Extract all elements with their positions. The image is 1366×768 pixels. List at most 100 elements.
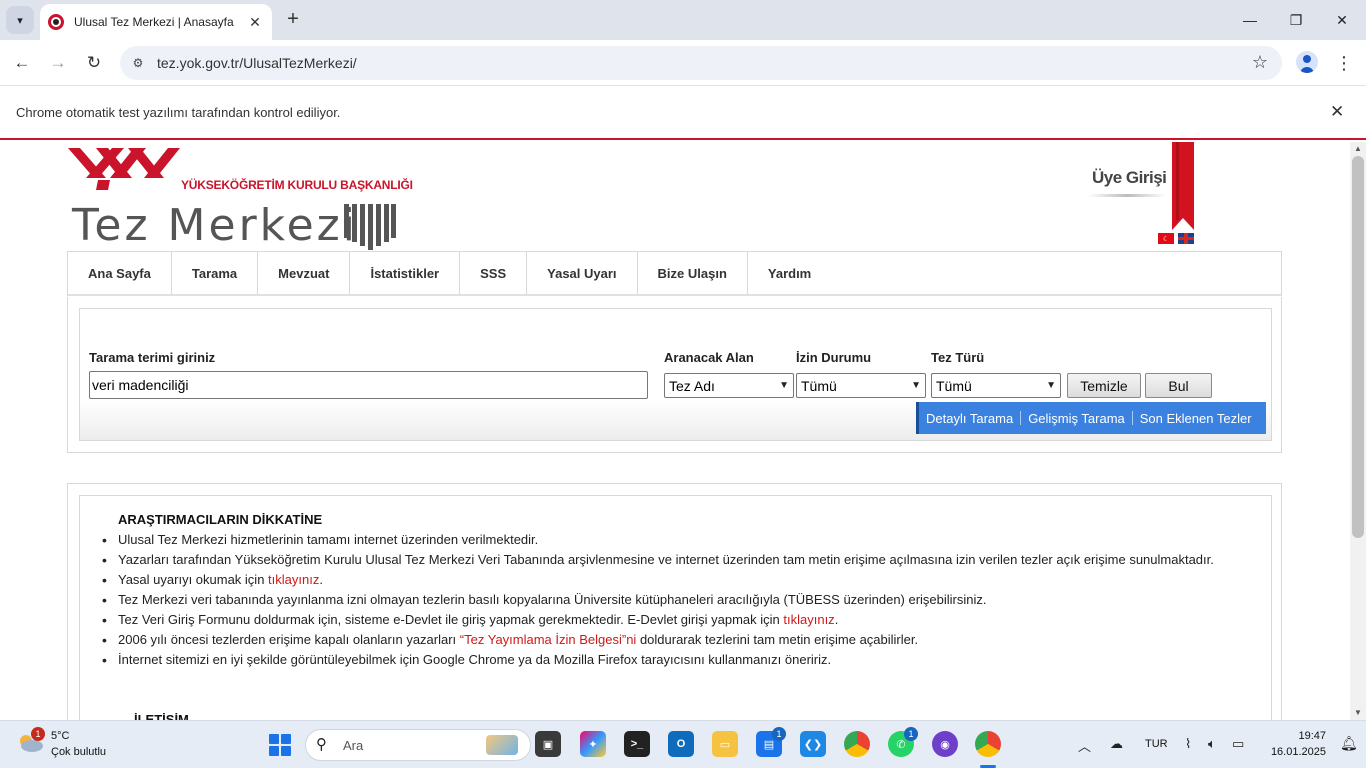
- member-login-link[interactable]: Üye Girişi: [1092, 168, 1167, 188]
- list-item-text: .: [319, 572, 323, 587]
- notice-list: Ulusal Tez Merkezi hizmetlerinin tamamı …: [102, 530, 1238, 670]
- store-badge: 1: [772, 727, 786, 741]
- find-button[interactable]: Bul: [1145, 373, 1212, 398]
- back-arrow-icon[interactable]: ←: [10, 51, 34, 75]
- search-icon: ⚲: [316, 736, 327, 753]
- search-field-value: Tez Adı: [669, 377, 715, 394]
- nav-item-home[interactable]: Ana Sayfa: [68, 252, 172, 294]
- search-highlight-icon: [486, 735, 518, 755]
- new-tab-plus-icon[interactable]: +: [282, 8, 304, 30]
- weather-temperature[interactable]: 5°C: [51, 730, 69, 742]
- list-item-text: doldurarak tezlerini tam metin erişime a…: [636, 632, 919, 647]
- search-field-select[interactable]: Tez Adı ▼: [664, 373, 794, 398]
- page-viewport: YÜKSEKÖĞRETİM KURULU BAŞKANLIĞI Tez Merk…: [0, 142, 1350, 720]
- task-view-icon[interactable]: ▣: [535, 731, 561, 757]
- file-explorer-icon[interactable]: ▭: [712, 731, 738, 757]
- bookmark-star-icon[interactable]: ☆: [1252, 52, 1268, 73]
- browser-tab-active[interactable]: Ulusal Tez Merkezi | Anasayfa ✕: [40, 4, 272, 40]
- nav-item-faq[interactable]: SSS: [460, 252, 528, 294]
- turkish-flag-icon[interactable]: ☾: [1158, 233, 1174, 244]
- windows-start-icon[interactable]: [269, 734, 291, 756]
- permission-select[interactable]: Tümü ▼: [796, 373, 926, 398]
- legal-notice-link[interactable]: tıklayınız: [268, 572, 319, 587]
- list-item-text: Yasal uyarıyı okumak için: [118, 572, 269, 587]
- scroll-down-arrow-icon[interactable]: ▼: [1350, 708, 1366, 718]
- github-icon[interactable]: ◉: [932, 731, 958, 757]
- vscode-icon[interactable]: ❮❯: [800, 731, 826, 757]
- publication-permit-link[interactable]: “Tez Yayımlama İzin Belgesi”ni: [460, 632, 637, 647]
- taskbar: 1 5°C Çok bulutlu ⚲ Ara ▣ ✦ >_ O ▭ ▤ 1 ❮…: [0, 720, 1366, 768]
- notice-title: ARAŞTIRMACILARIN DİKKATİNE: [118, 512, 323, 527]
- list-item: İnternet sitemizi en iyi şekilde görüntü…: [102, 650, 1238, 670]
- taskbar-search[interactable]: ⚲ Ara: [305, 729, 531, 761]
- page-scrollbar[interactable]: ▲ ▼: [1350, 142, 1366, 720]
- yok-logo-icon: [68, 148, 180, 190]
- tab-strip: ▾ Ulusal Tez Merkezi | Anasayfa ✕ + — ❐ …: [0, 0, 1366, 40]
- nav-item-contact[interactable]: Bize Ulaşın: [638, 252, 748, 294]
- list-item: Tez Merkezi veri tabanında yayınlanma iz…: [102, 590, 1238, 610]
- chevron-down-icon: ▼: [911, 380, 921, 391]
- permission-label: İzin Durumu: [796, 350, 872, 365]
- whatsapp-badge: 1: [904, 727, 918, 741]
- scroll-thumb[interactable]: [1352, 156, 1364, 538]
- nav-item-legal-notice[interactable]: Yasal Uyarı: [527, 252, 638, 294]
- search-field-label: Aranacak Alan: [664, 350, 754, 365]
- chrome-icon[interactable]: [844, 731, 870, 757]
- nav-item-search[interactable]: Tarama: [172, 252, 259, 294]
- minimize-icon[interactable]: —: [1238, 8, 1262, 32]
- thesis-type-select[interactable]: Tümü ▼: [931, 373, 1061, 398]
- search-mode-bar: Detaylı Tarama Gelişmiş Tarama Son Eklen…: [916, 402, 1266, 434]
- outlook-icon[interactable]: O: [668, 731, 694, 757]
- latest-theses-link[interactable]: Son Eklenen Tezler: [1133, 411, 1259, 426]
- weather-description[interactable]: Çok bulutlu: [51, 746, 106, 758]
- chevron-down-icon: ▼: [1046, 380, 1056, 391]
- forward-arrow-icon[interactable]: →: [46, 51, 70, 75]
- thesis-type-label: Tez Türü: [931, 350, 985, 365]
- nav-item-legislation[interactable]: Mevzuat: [258, 252, 351, 294]
- nav-item-statistics[interactable]: İstatistikler: [350, 252, 461, 294]
- edevlet-login-link[interactable]: tıklayınız: [783, 612, 834, 627]
- url-text[interactable]: tez.yok.gov.tr/UlusalTezMerkezi/: [157, 55, 357, 71]
- clock-date[interactable]: 16.01.2025: [1258, 746, 1326, 758]
- detailed-search-link[interactable]: Detaylı Tarama: [919, 411, 1020, 426]
- copilot-icon[interactable]: ✦: [580, 731, 606, 757]
- clear-button[interactable]: Temizle: [1067, 373, 1141, 398]
- network-icon[interactable]: ⌇: [1185, 736, 1191, 752]
- notification-bell-icon[interactable]: 🔔︎: [1340, 735, 1358, 752]
- scroll-up-arrow-icon[interactable]: ▲: [1350, 144, 1366, 154]
- contact-title: İLETİŞİM: [134, 712, 189, 720]
- chrome-active-icon[interactable]: [975, 731, 1001, 757]
- site-logo[interactable]: YÜKSEKÖĞRETİM KURULU BAŞKANLIĞI Tez Merk…: [68, 148, 413, 251]
- advanced-search-link[interactable]: Gelişmiş Tarama: [1021, 411, 1132, 426]
- list-item: 2006 yılı öncesi tezlerden erişime kapal…: [102, 630, 1238, 650]
- clock-time[interactable]: 19:47: [1270, 730, 1326, 742]
- notice-content: ARAŞTIRMACILARIN DİKKATİNE Ulusal Tez Me…: [79, 495, 1272, 720]
- input-language[interactable]: TUR: [1145, 738, 1168, 750]
- reload-icon[interactable]: ↻: [82, 51, 106, 75]
- main-navigation: Ana Sayfa Tarama Mevzuat İstatistikler S…: [67, 251, 1282, 296]
- profile-avatar-icon[interactable]: [1296, 51, 1318, 73]
- site-favicon-icon: [48, 14, 64, 30]
- site-info-icon[interactable]: ⚙: [130, 55, 146, 71]
- battery-icon[interactable]: ▭: [1232, 736, 1244, 752]
- address-bar[interactable]: ⚙ tez.yok.gov.tr/UlusalTezMerkezi/ ☆: [120, 46, 1282, 80]
- tray-chevron-up-icon[interactable]: ︿: [1078, 736, 1091, 755]
- onedrive-cloud-icon[interactable]: ☁: [1110, 736, 1123, 752]
- infobar-message: Chrome otomatik test yazılımı tarafından…: [16, 105, 341, 120]
- english-flag-icon[interactable]: [1178, 233, 1194, 244]
- window-close-icon[interactable]: ✕: [1330, 8, 1354, 32]
- book-logo-icon: [344, 204, 396, 250]
- terminal-icon[interactable]: >_: [624, 731, 650, 757]
- restore-icon[interactable]: ❐: [1284, 8, 1308, 32]
- site-title: Tez Merkezi: [72, 200, 358, 251]
- infobar-close-icon[interactable]: ✕: [1330, 102, 1344, 122]
- list-item: Yazarları tarafından Yükseköğretim Kurul…: [102, 550, 1238, 570]
- volume-icon[interactable]: 🔈︎: [1208, 736, 1216, 752]
- tab-close-icon[interactable]: ✕: [246, 13, 264, 31]
- search-term-input[interactable]: [89, 371, 648, 399]
- list-item: Tez Veri Giriş Formunu doldurmak için, s…: [102, 610, 1238, 630]
- tab-search-chevron-icon[interactable]: ▾: [6, 6, 34, 34]
- nav-item-help[interactable]: Yardım: [748, 252, 831, 294]
- browser-menu-icon[interactable]: ⋮: [1334, 51, 1354, 75]
- search-form: Tarama terimi giriniz Aranacak Alan Tez …: [79, 308, 1272, 441]
